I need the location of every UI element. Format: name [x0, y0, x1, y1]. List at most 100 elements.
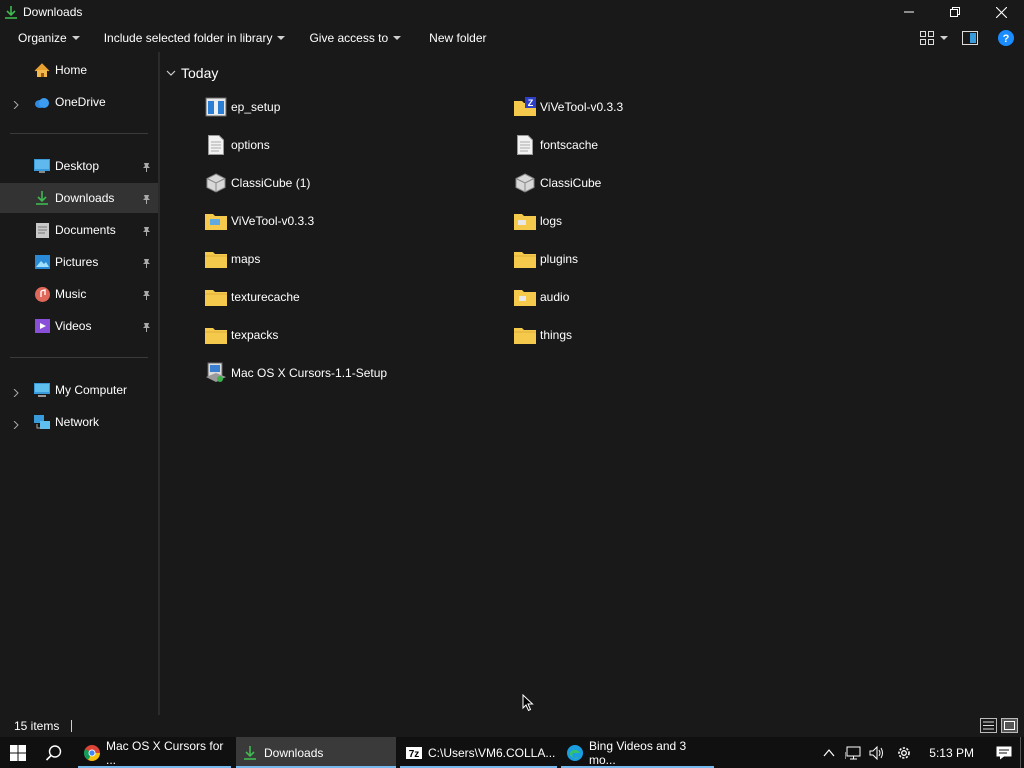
- gear-icon: [898, 746, 911, 759]
- minimize-button[interactable]: [886, 0, 932, 24]
- pin-icon[interactable]: [141, 321, 151, 332]
- action-center-button[interactable]: [988, 737, 1020, 768]
- volume-button[interactable]: [865, 737, 889, 768]
- sidebar-item-onedrive[interactable]: OneDrive: [0, 87, 158, 117]
- folder-icon: [205, 324, 227, 346]
- file-name: texpacks: [231, 328, 279, 342]
- computer-icon: [34, 382, 50, 398]
- sidebar-item-my-computer[interactable]: My Computer: [0, 375, 158, 405]
- pin-icon[interactable]: [141, 193, 151, 204]
- sidebar-item-pictures[interactable]: Pictures: [0, 247, 158, 277]
- music-icon: [34, 286, 50, 302]
- file-name: ViVeTool-v0.3.3: [540, 100, 624, 114]
- sidebar-item-documents[interactable]: Documents: [0, 215, 158, 245]
- folder-icon: [205, 286, 227, 308]
- large-icons-view-icon: [1004, 721, 1015, 730]
- file-item[interactable]: texturecache: [205, 285, 300, 309]
- network-wired-icon: [845, 746, 861, 759]
- chevron-down-icon: [166, 70, 176, 76]
- setup-icon: [205, 362, 227, 384]
- file-item[interactable]: logs: [514, 209, 562, 233]
- file-name: ViVeTool-v0.3.3: [231, 214, 315, 228]
- file-item[interactable]: things: [514, 323, 572, 347]
- sidebar-item-desktop[interactable]: Desktop: [0, 151, 158, 181]
- taskbar-app-7zip[interactable]: 7z C:\Users\VM6.COLLA...: [400, 737, 557, 768]
- file-item[interactable]: plugins: [514, 247, 578, 271]
- file-item[interactable]: Z ViVeTool-v0.3.3: [514, 95, 623, 119]
- network-icon: [34, 414, 50, 430]
- file-item[interactable]: options: [205, 133, 270, 157]
- taskbar: Mac OS X Cursors for ... Downloads 7z C:…: [0, 737, 1024, 768]
- pin-icon[interactable]: [141, 289, 151, 300]
- chevron-right-icon[interactable]: [12, 418, 20, 430]
- sidebar-item-home[interactable]: Home: [0, 55, 158, 85]
- help-button[interactable]: ?: [988, 24, 1024, 52]
- show-hidden-icons-button[interactable]: [817, 737, 841, 768]
- details-view-button[interactable]: [980, 718, 997, 733]
- navigation-pane: Home OneDrive Desktop Downloads Document…: [0, 52, 158, 715]
- sidebar-item-videos[interactable]: Videos: [0, 311, 158, 341]
- file-name: maps: [231, 252, 261, 266]
- sidebar-label-desktop: Desktop: [55, 159, 100, 173]
- sidebar-item-music[interactable]: Music: [0, 279, 158, 309]
- taskbar-app-edge[interactable]: Bing Videos and 3 mo...: [561, 737, 714, 768]
- preview-pane-button[interactable]: [952, 24, 988, 52]
- file-item[interactable]: audio: [514, 285, 569, 309]
- pin-icon[interactable]: [141, 161, 151, 172]
- organize-label: Organize: [18, 31, 67, 45]
- change-view-button[interactable]: [916, 24, 952, 52]
- give-access-label: Give access to: [309, 31, 389, 45]
- sidebar-item-downloads[interactable]: Downloads: [0, 183, 158, 213]
- windows-logo-icon: [10, 744, 26, 761]
- chevron-right-icon[interactable]: [12, 98, 20, 110]
- file-name: ep_setup: [231, 100, 281, 114]
- group-header-today[interactable]: Today: [166, 63, 218, 83]
- download-arrow-icon: [4, 5, 18, 19]
- restore-button[interactable]: [932, 0, 978, 24]
- give-access-menu[interactable]: Give access to: [299, 24, 411, 52]
- file-item[interactable]: ep_setup: [205, 95, 280, 119]
- new-folder-button[interactable]: New folder: [419, 24, 496, 52]
- sidebar-label-onedrive: OneDrive: [55, 95, 106, 109]
- pictures-icon: [34, 254, 50, 270]
- file-item[interactable]: ClassiCube: [514, 171, 601, 195]
- home-icon: [34, 62, 50, 78]
- show-desktop-button[interactable]: [1020, 737, 1024, 768]
- classicube-icon: [514, 172, 536, 194]
- include-in-library-menu[interactable]: Include selected folder in library: [94, 24, 296, 52]
- file-item[interactable]: ClassiCube (1): [205, 171, 310, 195]
- sidebar-label-downloads: Downloads: [55, 191, 115, 205]
- item-count: 15 items: [14, 719, 60, 733]
- file-item[interactable]: ViVeTool-v0.3.3: [205, 209, 314, 233]
- file-item[interactable]: maps: [205, 247, 260, 271]
- preview-pane-icon: [962, 31, 978, 45]
- classicube-icon: [205, 172, 227, 194]
- large-icons-view-button[interactable]: [1001, 718, 1018, 733]
- svg-text:Z: Z: [528, 98, 534, 108]
- sidebar-label-pictures: Pictures: [55, 255, 99, 269]
- file-name: Mac OS X Cursors-1.1-Setup: [231, 366, 388, 380]
- clock[interactable]: 5:13 PM: [929, 746, 974, 760]
- videos-icon: [34, 318, 50, 334]
- caret-down-icon: [393, 36, 402, 40]
- installer-icon: [205, 96, 227, 118]
- notification-icon: [996, 746, 1012, 759]
- organize-menu[interactable]: Organize: [8, 24, 90, 52]
- start-button[interactable]: [0, 737, 36, 768]
- pin-icon[interactable]: [141, 257, 151, 268]
- network-tray-button[interactable]: [841, 737, 865, 768]
- close-button[interactable]: [978, 0, 1024, 24]
- file-item[interactable]: fontscache: [514, 133, 598, 157]
- sidebar-item-network[interactable]: Network: [0, 407, 158, 437]
- file-item[interactable]: texpacks: [205, 323, 278, 347]
- text-file-icon: [514, 134, 536, 156]
- system-tray: 5:13 PM: [817, 737, 1024, 768]
- search-icon: [46, 744, 62, 761]
- taskbar-app-explorer[interactable]: Downloads: [236, 737, 396, 768]
- settings-button[interactable]: [889, 737, 919, 768]
- search-button[interactable]: [36, 737, 72, 768]
- chevron-right-icon[interactable]: [12, 386, 20, 398]
- pin-icon[interactable]: [141, 225, 151, 236]
- taskbar-app-chrome[interactable]: Mac OS X Cursors for ...: [78, 737, 231, 768]
- file-item[interactable]: Mac OS X Cursors-1.1-Setup: [205, 361, 387, 385]
